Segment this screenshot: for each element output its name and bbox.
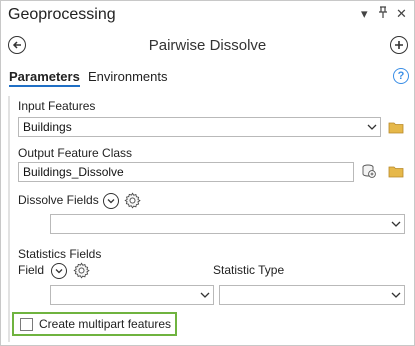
pin-icon[interactable] (378, 6, 388, 21)
dissolve-fields-expand-button[interactable] (103, 193, 119, 209)
statistics-field-combo[interactable] (50, 285, 214, 305)
tool-title: Pairwise Dissolve (148, 37, 267, 54)
pane-title: Geoprocessing (8, 6, 116, 23)
output-browse-button[interactable] (388, 164, 404, 181)
input-features-value: Buildings (23, 120, 72, 134)
statistics-fields-label: Statistics Fields (18, 247, 102, 261)
statistic-type-combo[interactable] (219, 285, 405, 305)
output-database-icon (362, 164, 376, 178)
folder-icon (388, 122, 404, 134)
input-features-label: Input Features (18, 99, 96, 113)
add-icon (395, 41, 403, 49)
gear-icon (73, 262, 90, 279)
tab-parameters[interactable]: Parameters (9, 69, 80, 87)
pane-options-button[interactable]: ▾ (361, 6, 368, 22)
statistic-type-column-label: Statistic Type (213, 263, 285, 277)
caret-down-icon (200, 292, 210, 298)
statistics-fields-expand-button[interactable] (51, 263, 67, 279)
multipart-label[interactable]: Create multipart features (39, 317, 171, 331)
field-column-label: Field (18, 263, 45, 277)
chevron-down-icon (55, 269, 63, 274)
input-features-browse-button[interactable] (388, 120, 404, 137)
multipart-checkbox[interactable] (20, 318, 33, 331)
caret-down-icon (391, 292, 401, 298)
close-button[interactable]: ✕ (396, 6, 407, 22)
dissolve-fields-label: Dissolve Fields (18, 193, 99, 207)
folder-icon (388, 166, 404, 178)
output-location-button[interactable] (361, 163, 377, 182)
statistics-fields-options-button[interactable] (73, 262, 90, 282)
caret-down-icon (367, 124, 377, 130)
gear-icon (124, 192, 141, 209)
dissolve-fields-combo[interactable] (50, 214, 405, 234)
help-icon[interactable]: ? (393, 68, 409, 84)
output-feature-class-label: Output Feature Class (18, 146, 133, 160)
tab-environments[interactable]: Environments (88, 69, 167, 84)
chevron-down-icon (107, 199, 115, 204)
output-feature-class-input[interactable]: Buildings_Dissolve (18, 162, 354, 182)
dissolve-fields-options-button[interactable] (124, 192, 141, 212)
input-features-combo[interactable]: Buildings (18, 117, 381, 137)
caret-down-icon (391, 221, 401, 227)
add-button[interactable] (390, 36, 408, 54)
parameters-bar (8, 96, 10, 342)
